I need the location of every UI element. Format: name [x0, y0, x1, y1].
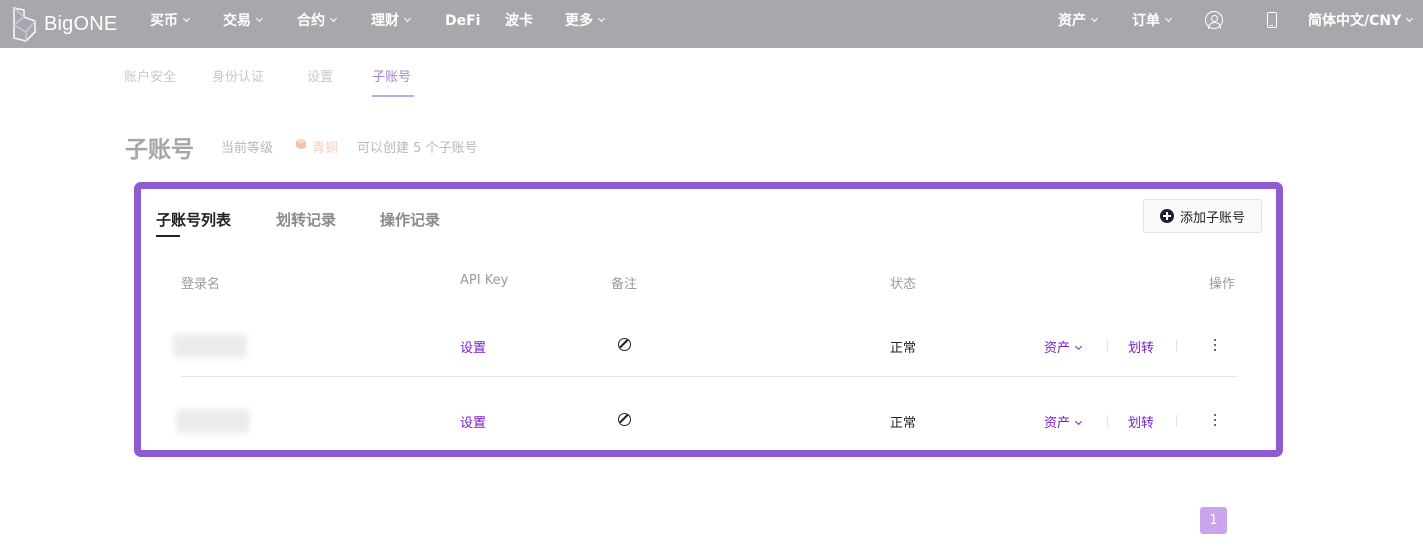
chevron-down-icon [329, 14, 338, 23]
edit-remark-icon[interactable] [618, 413, 631, 426]
header-status: 状态 [890, 277, 917, 292]
nav-assets-label: 资产 [1058, 13, 1086, 29]
bronze-badge-icon [296, 138, 306, 150]
brand-name: BigONE [44, 12, 118, 35]
level-name: 青铜 [312, 141, 339, 156]
chevron-down-icon [1090, 14, 1099, 23]
nav-finance[interactable]: 理财 [371, 0, 412, 48]
chevron-down-icon [403, 14, 412, 23]
brand-logo[interactable]: BigONE [10, 5, 117, 43]
page-title: 子账号 [125, 137, 194, 163]
header-login-name: 登录名 [181, 277, 221, 292]
row-divider [181, 376, 1238, 377]
nav-trade-label: 交易 [223, 13, 251, 29]
chevron-down-icon [1164, 14, 1173, 23]
more-vertical-icon[interactable] [1209, 412, 1221, 428]
nav-contract[interactable]: 合约 [297, 0, 338, 48]
sub-account-panel: 子账号列表 划转记录 操作记录 添加子账号 登录名 API Key 备注 状态 … [134, 182, 1283, 457]
tab-operation-records[interactable]: 操作记录 [380, 209, 440, 230]
nav-orders-label: 订单 [1132, 13, 1160, 29]
transfer-link[interactable]: 划转 [1128, 337, 1154, 356]
subnav-identity-verification[interactable]: 身份认证 [212, 66, 264, 85]
header-remark: 备注 [611, 277, 638, 292]
chevron-down-icon [182, 14, 191, 23]
add-sub-account-label: 添加子账号 [1179, 210, 1245, 226]
nav-trade[interactable]: 交易 [223, 0, 264, 48]
chevron-down-icon [597, 14, 606, 23]
action-divider [1176, 415, 1177, 427]
tab-active-indicator [156, 235, 180, 237]
subnav-active-indicator [372, 95, 414, 97]
header-api-key: API Key [460, 273, 509, 288]
table-row: 设置 正常 资产 划转 [141, 391, 1276, 451]
nav-contract-label: 合约 [297, 13, 325, 29]
chevron-down-icon [255, 14, 264, 23]
login-name-redacted [176, 409, 250, 433]
api-key-settings-link[interactable]: 设置 [460, 337, 486, 356]
add-sub-account-button[interactable]: 添加子账号 [1143, 199, 1262, 233]
nav-buy-crypto[interactable]: 买币 [150, 0, 191, 48]
header-actions: 操作 [1209, 277, 1236, 292]
action-divider [1107, 340, 1108, 352]
nav-defi-label: DeFi [445, 13, 481, 29]
chevron-down-icon [1074, 417, 1083, 426]
pagination-page-1[interactable]: 1 [1200, 507, 1227, 534]
chevron-down-icon [1074, 342, 1083, 351]
subnav-settings[interactable]: 设置 [307, 66, 333, 85]
assets-dropdown-label: 资产 [1044, 341, 1071, 356]
nav-polkadot-label: 波卡 [505, 13, 533, 29]
top-navbar: BigONE 买币 交易 合约 理财 DeFi 波卡 更多 资产 订单 简体中文… [0, 0, 1423, 48]
login-name-redacted [173, 334, 247, 358]
nav-defi[interactable]: DeFi [445, 0, 480, 48]
chevron-down-icon [1406, 14, 1414, 23]
edit-remark-icon[interactable] [618, 338, 631, 351]
table-row: 设置 正常 资产 划转 [141, 316, 1276, 376]
nav-more[interactable]: 更多 [565, 0, 606, 48]
assets-dropdown[interactable]: 资产 [1044, 412, 1083, 431]
subnav-account-security[interactable]: 账户安全 [124, 66, 176, 85]
action-divider [1176, 340, 1177, 352]
nav-buy-crypto-label: 买币 [150, 13, 178, 29]
phone-icon[interactable] [1267, 12, 1277, 28]
transfer-link[interactable]: 划转 [1128, 412, 1154, 431]
nav-finance-label: 理财 [371, 13, 399, 29]
language-currency-selector[interactable]: 简体中文/CNY [1308, 0, 1414, 48]
nav-orders[interactable]: 订单 [1132, 0, 1173, 48]
tab-sub-account-list[interactable]: 子账号列表 [156, 209, 231, 230]
more-vertical-icon[interactable] [1209, 337, 1221, 353]
tab-transfer-records[interactable]: 划转记录 [276, 209, 336, 230]
subnav-sub-accounts[interactable]: 子账号 [372, 66, 411, 85]
action-divider [1107, 415, 1108, 427]
nav-polkadot[interactable]: 波卡 [505, 0, 533, 48]
assets-dropdown[interactable]: 资产 [1044, 337, 1083, 356]
language-label: 简体中文/CNY [1308, 13, 1402, 29]
bigone-logo-icon [13, 7, 36, 42]
nav-more-label: 更多 [565, 13, 593, 29]
nav-assets[interactable]: 资产 [1058, 0, 1099, 48]
current-level-label: 当前等级 [221, 141, 274, 156]
status-text: 正常 [890, 416, 917, 431]
assets-dropdown-label: 资产 [1044, 416, 1071, 431]
sub-account-limit-note: 可以创建 5 个子账号 [357, 141, 478, 156]
api-key-settings-link[interactable]: 设置 [460, 412, 486, 431]
plus-circle-icon [1159, 209, 1174, 223]
user-icon[interactable] [1205, 11, 1223, 29]
status-text: 正常 [890, 341, 917, 356]
